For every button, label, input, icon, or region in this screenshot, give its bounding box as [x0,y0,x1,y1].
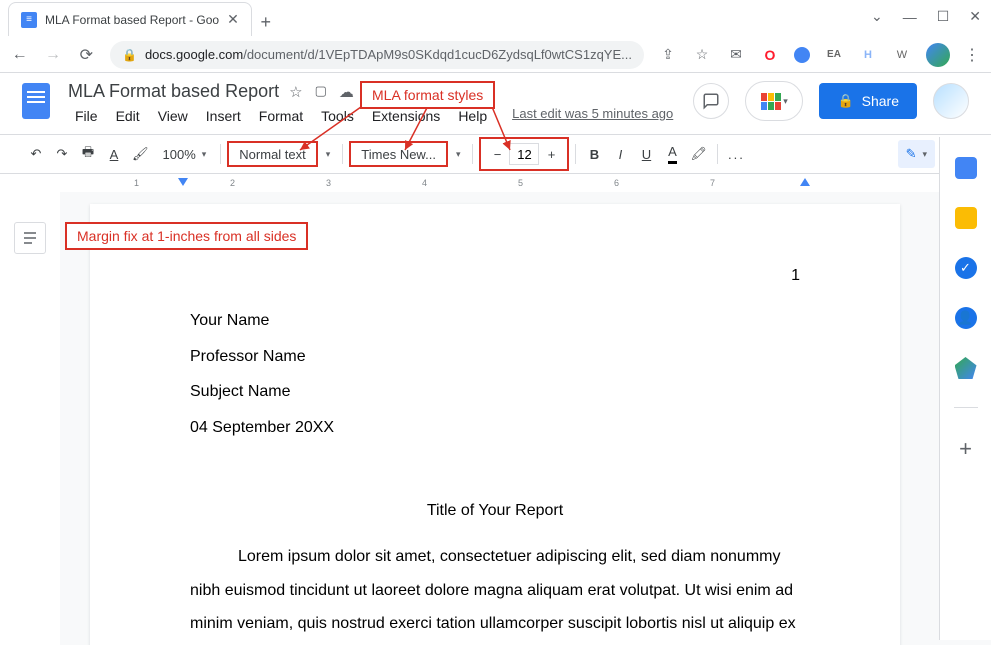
close-window-icon[interactable]: ✕ [969,8,981,25]
browser-chrome: ⌄ — ☐ ✕ ≡ MLA Format based Report - Goo … [0,0,991,73]
caret-down-icon: ▾ [783,96,788,107]
docs-logo-icon[interactable] [16,81,56,121]
text-color-button[interactable]: A [660,141,684,167]
menu-insert[interactable]: Insert [199,106,248,126]
font-family-dropdown[interactable]: Times New... [349,141,448,167]
address-bar-row: ← → ⟳ 🔒 docs.google.com/document/d/1VEpT… [0,36,991,73]
docs-favicon-icon: ≡ [21,12,37,28]
tab-title: MLA Format based Report - Goo [45,13,219,27]
get-addons-button[interactable]: + [959,436,972,462]
increase-font-button[interactable]: + [539,141,563,167]
cloud-status-icon[interactable]: ☁ [339,83,354,101]
url-text: docs.google.com/document/d/1VEpTDApM9s0S… [145,47,632,62]
lock-icon: 🔒 [122,48,137,62]
maps-icon[interactable] [955,357,977,379]
ext-w-icon[interactable]: W [892,45,912,65]
minimize-icon[interactable]: — [903,9,917,25]
undo-button[interactable]: ↶ [24,141,48,167]
line-subject[interactable]: Subject Name [190,375,800,409]
star-icon[interactable]: ☆ [692,45,712,65]
menu-tools[interactable]: Tools [314,106,361,126]
zoom-dropdown[interactable]: 100%▾ [155,141,215,167]
last-edit-link[interactable]: Last edit was 5 minutes ago [512,106,673,126]
move-doc-icon[interactable]: ▢ [315,83,327,101]
editing-mode-button[interactable]: ✎ ▾ [898,140,935,168]
tab-bar: ≡ MLA Format based Report - Goo ✕ + [0,0,991,36]
calendar-icon[interactable] [955,157,977,179]
lock-icon: 🔒 [837,93,853,109]
maximize-icon[interactable]: ☐ [937,8,950,25]
contacts-icon[interactable]: 👤 [955,307,977,329]
spellcheck-button[interactable]: A [102,141,126,167]
line-name[interactable]: Your Name [190,304,800,338]
page[interactable]: 1 Your Name Professor Name Subject Name … [90,204,900,645]
underline-button[interactable]: U [634,141,658,167]
pencil-icon: ✎ [906,146,917,162]
comment-history-button[interactable] [693,83,729,119]
first-line-indent-marker[interactable] [178,178,188,186]
menu-format[interactable]: Format [252,106,310,126]
close-tab-icon[interactable]: ✕ [227,11,239,28]
side-panel: ✓ 👤 + [939,137,991,640]
document-canvas[interactable]: Margin fix at 1-inches from all sides 1 … [60,192,991,645]
share-link-icon[interactable]: ⇪ [658,45,678,65]
italic-button[interactable]: I [608,141,632,167]
ext-blue-icon[interactable] [794,47,810,63]
menu-view[interactable]: View [151,106,195,126]
page-number: 1 [791,259,800,293]
ea-icon[interactable]: EA [824,45,844,65]
redo-button[interactable]: ↷ [50,141,74,167]
editor-area: Margin fix at 1-inches from all sides 1 … [0,192,991,645]
menu-bar: File Edit View Insert Format Tools Exten… [68,106,693,126]
body-paragraph[interactable]: Lorem ipsum dolor sit amet, consectetuer… [190,540,800,645]
share-label: Share [862,93,899,109]
paragraph-style-dropdown[interactable]: Normal text [227,141,317,167]
chrome-menu-icon[interactable]: ⋮ [964,45,981,65]
more-tools-button[interactable]: ... [724,141,749,167]
user-avatar[interactable] [933,83,969,119]
menu-edit[interactable]: Edit [109,106,147,126]
document-outline-button[interactable] [14,222,46,254]
forward-button[interactable]: → [43,44,62,66]
font-size-control[interactable]: − + [479,137,569,171]
meet-icon [761,93,781,109]
menu-extensions[interactable]: Extensions [365,106,447,126]
back-button[interactable]: ← [10,44,29,66]
profile-avatar-small[interactable] [926,43,950,67]
right-indent-marker[interactable] [800,178,810,186]
opera-icon[interactable]: O [760,45,780,65]
decrease-font-button[interactable]: − [485,141,509,167]
extension-icons: ⇪ ☆ ✉ O EA H W ⋮ [658,43,981,67]
horizontal-ruler[interactable]: 1 2 3 4 5 6 7 [0,174,991,192]
line-date[interactable]: 04 September 20XX [190,411,800,445]
document-title[interactable]: MLA Format based Report [68,81,279,102]
share-button[interactable]: 🔒 Share [819,83,917,119]
reload-button[interactable]: ⟳ [77,44,96,66]
ext-h-icon[interactable]: H [858,45,878,65]
meet-button[interactable]: ▾ [745,81,803,121]
font-size-input[interactable] [509,143,539,165]
print-button[interactable]: 🖶 [76,141,100,167]
new-tab-button[interactable]: + [252,8,280,36]
menu-file[interactable]: File [68,106,105,126]
line-professor[interactable]: Professor Name [190,340,800,374]
mail-icon[interactable]: ✉ [726,45,746,65]
docs-header: MLA Format based Report ☆ ▢ ☁ File Edit … [0,73,991,126]
tasks-icon[interactable]: ✓ [955,257,977,279]
report-title[interactable]: Title of Your Report [190,494,800,528]
highlight-button[interactable]: 🖍 [686,141,711,167]
keep-icon[interactable] [955,207,977,229]
toolbar: ↶ ↷ 🖶 A 🖌 100%▾ Normal text ▾ Times New.… [0,134,991,174]
left-sidebar [0,192,60,645]
caret-down-icon[interactable]: ⌄ [871,8,883,25]
bold-button[interactable]: B [582,141,606,167]
paint-format-button[interactable]: 🖌 [128,141,153,167]
browser-tab[interactable]: ≡ MLA Format based Report - Goo ✕ [8,2,252,36]
address-bar[interactable]: 🔒 docs.google.com/document/d/1VEpTDApM9s… [110,41,644,69]
star-doc-icon[interactable]: ☆ [289,83,302,101]
window-controls: ⌄ — ☐ ✕ [871,8,981,25]
menu-help[interactable]: Help [451,106,494,126]
